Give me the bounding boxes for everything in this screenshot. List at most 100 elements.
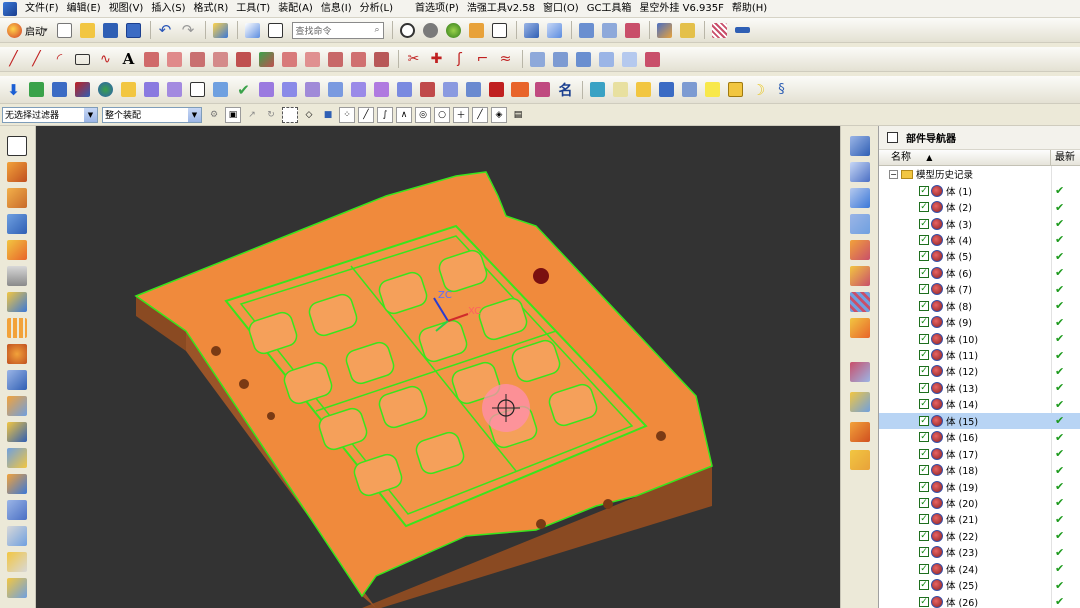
layer-visible-button[interactable]	[596, 49, 617, 70]
window-button[interactable]	[679, 79, 700, 100]
measure-button[interactable]	[654, 20, 675, 41]
extension-icon[interactable]	[850, 422, 870, 442]
mold-button-1[interactable]	[141, 79, 162, 100]
layer-stack-button[interactable]	[527, 49, 548, 70]
tool-button-10[interactable]	[440, 79, 461, 100]
extrude-button[interactable]	[7, 162, 27, 182]
line-button[interactable]: ╱	[3, 49, 24, 70]
visibility-checkbox[interactable]: ✓	[919, 234, 929, 245]
brush-button[interactable]	[466, 20, 487, 41]
tool-button-6[interactable]	[348, 79, 369, 100]
offset-surface-icon[interactable]	[850, 450, 870, 470]
select-filter-button[interactable]: ▣	[225, 106, 241, 123]
menu-tools[interactable]: 工具(T)	[232, 0, 274, 18]
visibility-checkbox[interactable]: ✓	[919, 514, 929, 525]
orient-view-button[interactable]	[521, 20, 542, 41]
tool-button-12[interactable]	[486, 79, 507, 100]
visibility-checkbox[interactable]: ✓	[919, 415, 929, 426]
visibility-checkbox[interactable]: ✓	[919, 448, 929, 459]
pie-button[interactable]	[95, 79, 116, 100]
mirror-button[interactable]	[7, 370, 27, 390]
fillet-button[interactable]	[141, 49, 162, 70]
tree-item-body[interactable]: ✓ 体 (23) ✔	[879, 544, 1080, 560]
divide-curve-button[interactable]	[233, 49, 254, 70]
visibility-checkbox[interactable]: ✓	[919, 481, 929, 492]
open-button[interactable]	[77, 20, 98, 41]
visibility-checkbox[interactable]: ✓	[919, 596, 929, 607]
tool-button-3[interactable]	[279, 79, 300, 100]
assembly-tree-button[interactable]	[622, 20, 643, 41]
app-icon[interactable]	[3, 1, 17, 16]
sketch-wave-button[interactable]: ≈	[495, 49, 516, 70]
start-button[interactable]: 启动 ▾	[3, 20, 54, 41]
tree-item-body[interactable]: ✓ 体 (19) ✔	[879, 478, 1080, 494]
visibility-checkbox[interactable]: ✓	[919, 366, 929, 377]
name-button[interactable]: 名	[555, 79, 576, 100]
sketch-corner-button[interactable]: ⌐	[472, 49, 493, 70]
trim-body-button[interactable]	[7, 526, 27, 546]
gear-icon[interactable]: ⚙	[206, 107, 222, 123]
tree-item-body[interactable]: ✓ 体 (3) ✔	[879, 215, 1080, 231]
menu-help[interactable]: 帮助(H)	[728, 0, 771, 18]
snap-tangent-button[interactable]: ╱	[472, 106, 488, 123]
patch-icon[interactable]	[850, 318, 870, 338]
snap-point-button[interactable]: ◈	[491, 106, 507, 123]
visibility-checkbox[interactable]: ✓	[919, 333, 929, 344]
tree-root-history[interactable]: − 模型历史记录	[879, 166, 1080, 182]
sketch-button[interactable]	[7, 136, 27, 156]
sew-icon[interactable]	[850, 266, 870, 286]
tree-item-body[interactable]: ✓ 体 (4) ✔	[879, 232, 1080, 248]
calculator-button[interactable]	[725, 79, 746, 100]
check-button[interactable]: ✔	[233, 79, 254, 100]
collapse-icon[interactable]: −	[889, 169, 898, 179]
shell-button[interactable]	[7, 500, 27, 520]
tree-item-body[interactable]: ✓ 体 (9) ✔	[879, 314, 1080, 330]
menu-info[interactable]: 信息(I)	[317, 0, 356, 18]
selection-filter-select[interactable]: 无选择过滤器 ▼	[2, 106, 98, 123]
visibility-checkbox[interactable]: ✓	[919, 399, 929, 410]
visibility-checkbox[interactable]: ✓	[919, 497, 929, 508]
tree-item-body[interactable]: ✓ 体 (16) ✔	[879, 429, 1080, 445]
intersect-button[interactable]	[7, 448, 27, 468]
tree-item-body[interactable]: ✓ 体 (8) ✔	[879, 298, 1080, 314]
save-button[interactable]	[100, 20, 121, 41]
snap-curve-button[interactable]: ∫	[377, 106, 393, 123]
visibility-checkbox[interactable]: ✓	[919, 251, 929, 262]
visibility-checkbox[interactable]: ✓	[919, 350, 929, 361]
tree-item-body[interactable]: ✓ 体 (20) ✔	[879, 495, 1080, 511]
repeat-command-button[interactable]	[210, 20, 231, 41]
trim-button[interactable]	[187, 49, 208, 70]
redo-button[interactable]: ↷	[178, 20, 199, 41]
tool-button-4[interactable]	[302, 79, 323, 100]
arc-button[interactable]: ◜	[49, 49, 70, 70]
tree-item-body[interactable]: ✓ 体 (24) ✔	[879, 561, 1080, 577]
layer-copy-button[interactable]	[573, 49, 594, 70]
tree-item-body[interactable]: ✓ 体 (5) ✔	[879, 248, 1080, 264]
project-curve-button[interactable]	[256, 49, 277, 70]
menu-file[interactable]: 文件(F)	[21, 0, 63, 18]
snap-quadrant-button[interactable]: ○	[434, 106, 450, 123]
new-file-button[interactable]	[54, 20, 75, 41]
sketch-cross-button[interactable]: ✚	[426, 49, 447, 70]
background-button[interactable]	[489, 20, 510, 41]
visibility-checkbox[interactable]: ✓	[919, 563, 929, 574]
tree-item-body[interactable]: ✓ 体 (17) ✔	[879, 445, 1080, 461]
moon-button[interactable]: ☽	[748, 79, 769, 100]
menu-haoqiang-tools[interactable]: 浩强工具v2.58	[463, 0, 539, 18]
column-header-name[interactable]: 名称 ▲	[879, 149, 1051, 166]
tree-item-body[interactable]: ✓ 体 (2) ✔	[879, 199, 1080, 215]
import-button[interactable]: ⬇	[3, 79, 24, 100]
visibility-checkbox[interactable]: ✓	[919, 432, 929, 443]
rectangle-button[interactable]	[72, 49, 93, 70]
tree-item-body[interactable]: ✓ 体 (22) ✔	[879, 528, 1080, 544]
sketch-trim-button[interactable]: ✂	[403, 49, 424, 70]
render-style-button[interactable]	[420, 20, 441, 41]
tree-item-body[interactable]: ✓ 体 (26) ✔	[879, 593, 1080, 608]
tree-item-body[interactable]: ✓ 体 (6) ✔	[879, 265, 1080, 281]
unite-button[interactable]	[7, 396, 27, 416]
plane-icon[interactable]	[850, 136, 870, 156]
cylinder-button[interactable]	[7, 266, 27, 286]
boss-button[interactable]	[7, 240, 27, 260]
visibility-checkbox[interactable]: ✓	[919, 202, 929, 213]
thicken-icon[interactable]	[850, 362, 870, 382]
